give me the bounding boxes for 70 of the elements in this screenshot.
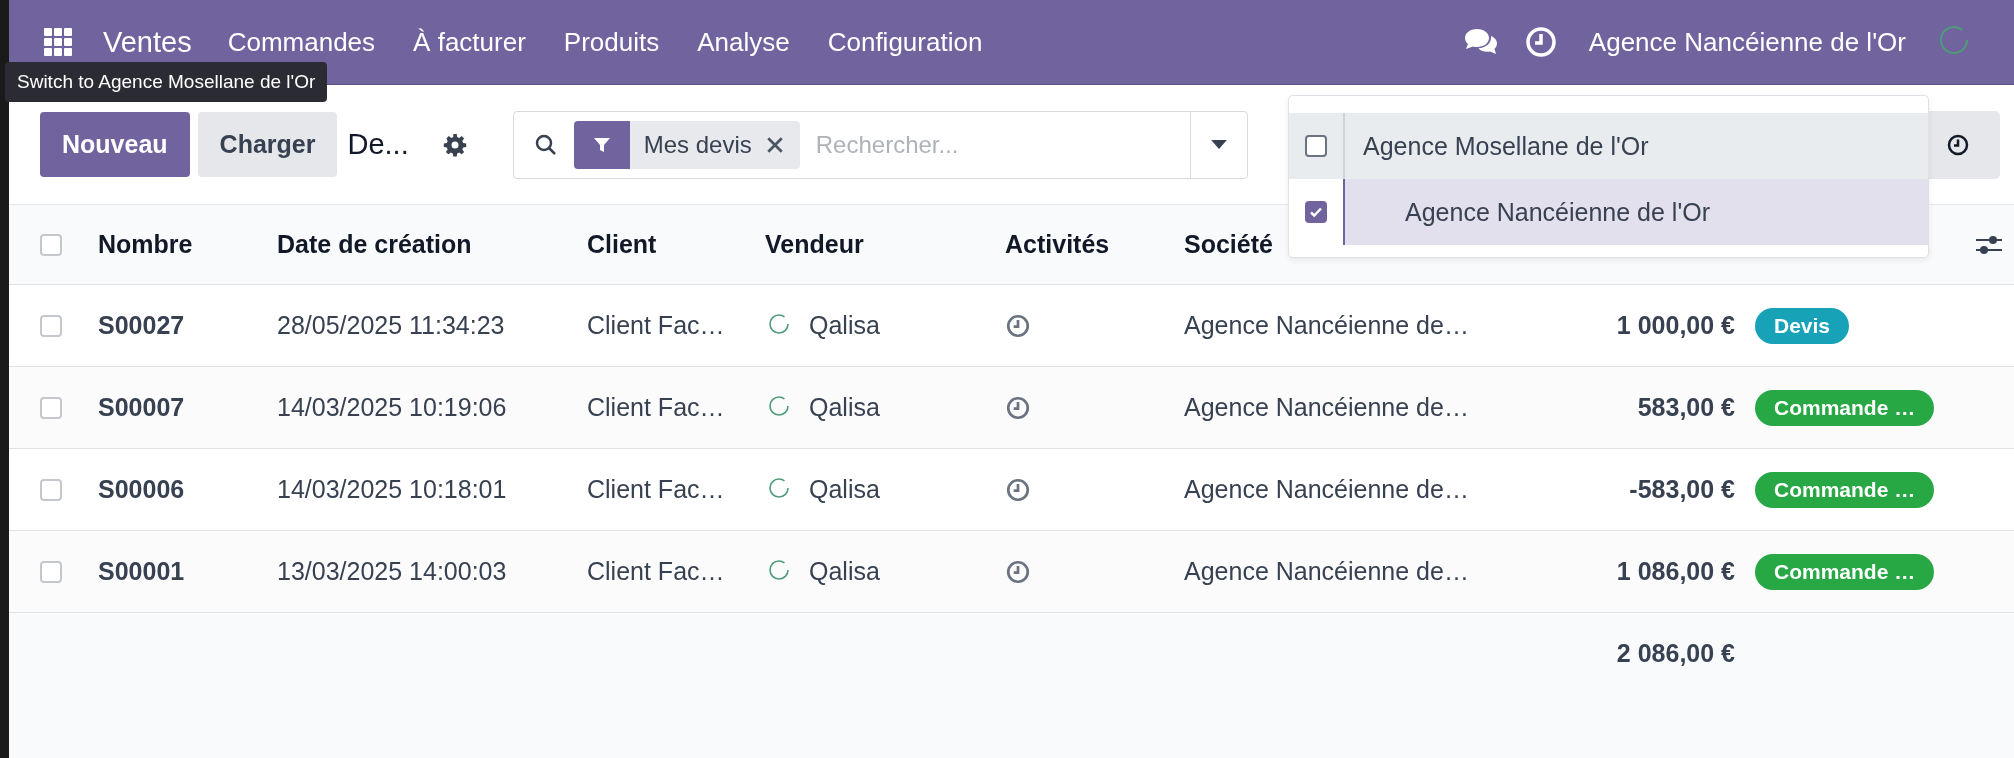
table-cell-text: 14/03/2025 10:19:06	[277, 393, 508, 422]
column-header[interactable]: Client	[587, 230, 765, 259]
table-cell-text: Agence Nancéienne de…	[1184, 475, 1470, 504]
table-cell-text: Agence Nancéienne de…	[1184, 557, 1470, 586]
table-cell-text: Client Fac…	[587, 311, 726, 340]
tooltip: Switch to Agence Mosellane de l'Or	[5, 62, 328, 102]
table-cell-text: S00027	[98, 311, 186, 340]
checkbox[interactable]	[40, 233, 62, 256]
table-cell: Qalisa	[809, 557, 880, 586]
status-badge: Commande …	[1755, 553, 1935, 590]
caret-icon[interactable]	[1210, 140, 1227, 149]
search-icon	[533, 132, 558, 157]
checkbox[interactable]	[40, 478, 62, 501]
menu-item[interactable]: Configuration	[827, 26, 983, 58]
table-cell-text: 28/05/2025 11:34:23	[277, 311, 506, 340]
table-cell-text: 14/03/2025 10:18:01	[277, 475, 508, 504]
column-header[interactable]: Date de création	[277, 230, 587, 259]
close-icon[interactable]	[765, 135, 784, 154]
apps-menu-icon[interactable]	[43, 27, 73, 57]
total-amount: 2 086,00 €	[1615, 638, 1735, 668]
menu-item[interactable]: Produits	[563, 26, 660, 58]
column-header[interactable]: Nombre	[98, 230, 277, 259]
table-cell-text: 583,00 €	[1636, 393, 1735, 422]
clock-icon[interactable]	[1005, 476, 1031, 503]
table-cell-text: S00001	[98, 557, 186, 586]
status-badge: Commande …	[1755, 389, 1935, 426]
clock-icon	[1946, 132, 1970, 157]
company-option[interactable]: Agence Nancéienne de l'Or	[1289, 179, 1928, 245]
table-cell-text: 1 086,00 €	[1615, 557, 1735, 586]
checkbox[interactable]	[40, 314, 62, 337]
checkbox[interactable]	[1305, 201, 1327, 223]
table-cell-text: -583,00 €	[1628, 475, 1735, 504]
checkbox[interactable]	[1305, 135, 1327, 157]
table-cell-text: Client Fac…	[587, 393, 726, 422]
clock-icon[interactable]	[1005, 394, 1031, 421]
table-cell: Qalisa	[809, 393, 880, 422]
table-cell-text: S00006	[98, 475, 186, 504]
breadcrumb[interactable]: De...	[347, 128, 409, 161]
settings-icon[interactable]	[442, 132, 467, 157]
table-cell-text: Agence Nancéienne de…	[1184, 311, 1470, 340]
upload-button[interactable]: Charger	[197, 112, 338, 177]
sliders-icon[interactable]	[1976, 233, 2002, 256]
clock-icon[interactable]	[1524, 26, 1557, 58]
table-cell-text: Agence Nancéienne de…	[1184, 393, 1470, 422]
status-badge: Commande …	[1755, 471, 1935, 508]
clock-icon[interactable]	[1005, 312, 1031, 339]
app-name[interactable]: Ventes	[103, 25, 192, 59]
new-button[interactable]: Nouveau	[40, 112, 190, 177]
table-cell: Qalisa	[809, 475, 880, 504]
table-cell-text: 13/03/2025 14:00:03	[277, 557, 508, 586]
menu-item[interactable]: Analyse	[697, 26, 790, 58]
column-header[interactable]: Activités	[1005, 230, 1184, 259]
table-cell-text: Client Fac…	[587, 475, 726, 504]
table-cell: Qalisa	[809, 311, 880, 340]
column-header[interactable]: Vendeur	[765, 230, 1005, 259]
menu-item[interactable]: Commandes	[227, 26, 376, 58]
table-cell-text: 1 000,00 €	[1615, 311, 1735, 340]
company-switcher[interactable]: Agence Nancéienne de l'Or	[1588, 26, 1906, 58]
checkbox[interactable]	[40, 560, 62, 583]
menu-item[interactable]: À facturer	[413, 26, 526, 58]
facet-label: Mes devis	[643, 130, 752, 159]
search-field[interactable]: Mes devis Rechercher...	[512, 110, 1248, 179]
checkbox[interactable]	[40, 396, 62, 419]
chat-icon[interactable]	[1462, 27, 1499, 57]
status-badge: Devis	[1755, 307, 1850, 344]
clock-icon[interactable]	[1005, 558, 1031, 585]
search-input[interactable]: Rechercher...	[799, 129, 1190, 160]
table-cell-text: Client Fac…	[587, 557, 726, 586]
company-option[interactable]: Agence Mosellane de l'Or	[1289, 113, 1928, 179]
table-cell-text: S00007	[98, 393, 186, 422]
